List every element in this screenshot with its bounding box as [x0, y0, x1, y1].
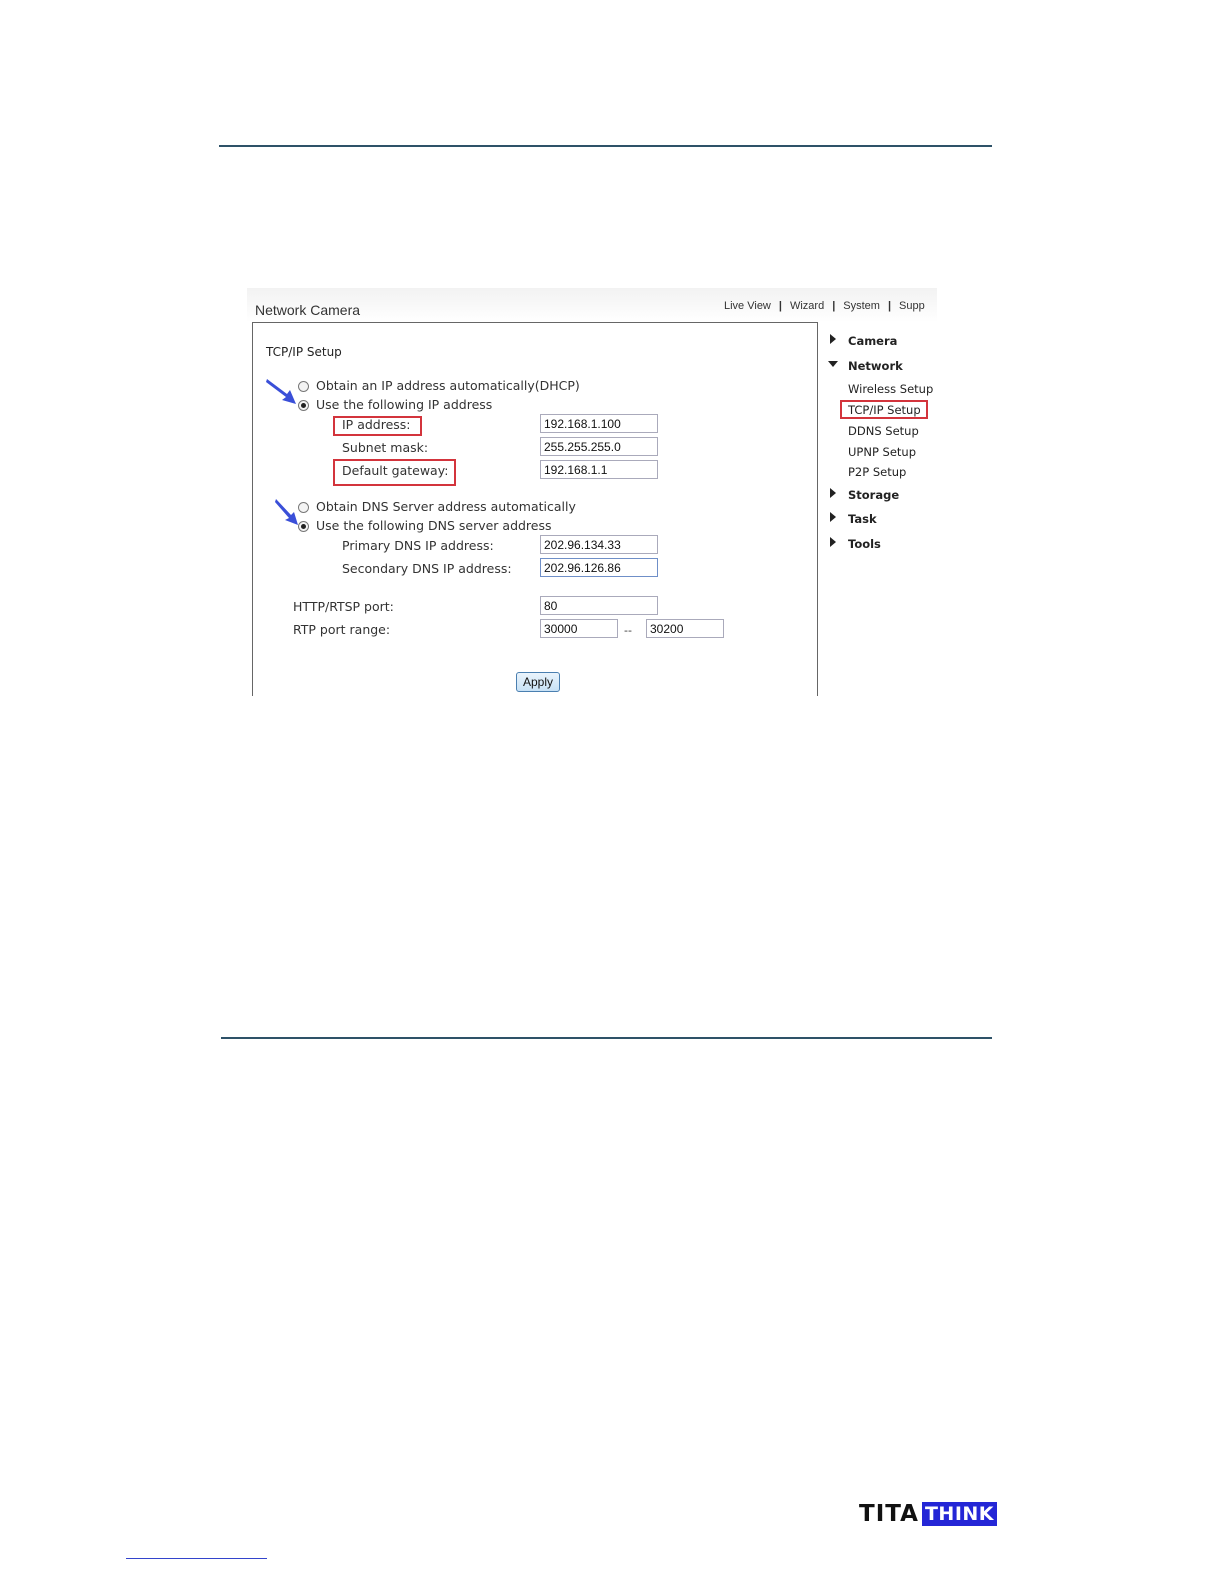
web-ui-screenshot: Network Camera Live View | Wizard | System | S… [247, 288, 937, 696]
default-gateway-input[interactable]: 192.168.1.1 [540, 460, 658, 479]
ip-static-label: Use the following IP address [316, 397, 493, 412]
collapsed-arrow-icon [830, 512, 836, 522]
subnet-mask-label: Subnet mask: [342, 440, 429, 455]
ip-static-radio[interactable] [298, 400, 309, 411]
ip-dhcp-radio[interactable] [298, 381, 309, 392]
secondary-dns-input[interactable]: 202.96.126.86 [540, 558, 658, 577]
sidebar-item-tools[interactable]: Tools [848, 537, 881, 551]
default-gateway-label: Default gateway: [342, 463, 449, 478]
subnet-mask-input[interactable]: 255.255.255.0 [540, 437, 658, 456]
top-nav: Live View | Wizard | System | Supp [724, 300, 925, 312]
footer-link-underline [126, 1558, 267, 1559]
ip-address-label: IP address: [342, 417, 411, 432]
collapsed-arrow-icon [830, 334, 836, 344]
sidebar-item-tcpip-setup[interactable]: TCP/IP Setup [848, 403, 921, 417]
sidebar-item-task[interactable]: Task [848, 512, 877, 526]
brand-logo: TITA THINK [859, 1501, 998, 1527]
rtp-from-input[interactable]: 30000 [540, 619, 618, 638]
logo-text-right: THINK [921, 1502, 998, 1526]
logo-text-left: TITA [859, 1501, 919, 1527]
app-title: Network Camera [255, 302, 361, 318]
primary-dns-label: Primary DNS IP address: [342, 538, 494, 553]
sidebar-item-network[interactable]: Network [848, 359, 903, 373]
top-bar: Network Camera Live View | Wizard | System | S… [247, 288, 937, 322]
tcpip-panel: TCP/IP Setup Obtain an IP address automa… [252, 322, 818, 696]
nav-separator: | [887, 300, 892, 312]
footer-rule [221, 1037, 992, 1039]
apply-button[interactable]: Apply [516, 672, 560, 692]
sidebar-item-ddns-setup[interactable]: DDNS Setup [848, 424, 919, 438]
nav-separator: | [778, 300, 782, 312]
sidebar-item-upnp-setup[interactable]: UPNP Setup [848, 445, 916, 459]
sidebar-item-storage[interactable]: Storage [848, 488, 899, 502]
dns-auto-label: Obtain DNS Server address automatically [316, 499, 576, 514]
rtp-to-input[interactable]: 30200 [646, 619, 724, 638]
nav-wizard[interactable]: Wizard [790, 300, 824, 312]
dns-static-label: Use the following DNS server address [316, 518, 552, 533]
http-port-input[interactable]: 80 [540, 596, 658, 615]
dns-auto-radio[interactable] [298, 502, 309, 513]
sidebar-item-wireless-setup[interactable]: Wireless Setup [848, 382, 933, 396]
sidebar-item-p2p-setup[interactable]: P2P Setup [848, 465, 906, 479]
settings-sidebar: Camera Network Wireless Setup TCP/IP Set… [825, 322, 937, 696]
section-title: TCP/IP Setup [266, 345, 342, 359]
nav-system[interactable]: System [843, 300, 880, 312]
ip-dhcp-label: Obtain an IP address automatically(DHCP) [316, 378, 580, 393]
collapsed-arrow-icon [830, 488, 836, 498]
rtp-range-separator: -- [624, 624, 632, 637]
nav-support[interactable]: Supp [899, 300, 925, 312]
sidebar-item-camera[interactable]: Camera [848, 334, 897, 348]
rtp-range-label: RTP port range: [293, 622, 391, 637]
nav-separator: | [832, 300, 836, 312]
pointer-arrow-icon [266, 379, 296, 404]
nav-live-view[interactable]: Live View [724, 300, 771, 312]
ip-address-input[interactable]: 192.168.1.100 [540, 414, 658, 433]
secondary-dns-label: Secondary DNS IP address: [342, 561, 512, 576]
expanded-arrow-icon [828, 361, 838, 367]
collapsed-arrow-icon [830, 537, 836, 547]
http-port-label: HTTP/RTSP port: [293, 599, 394, 614]
primary-dns-input[interactable]: 202.96.134.33 [540, 535, 658, 554]
dns-static-radio[interactable] [298, 521, 309, 532]
header-rule [219, 145, 992, 147]
